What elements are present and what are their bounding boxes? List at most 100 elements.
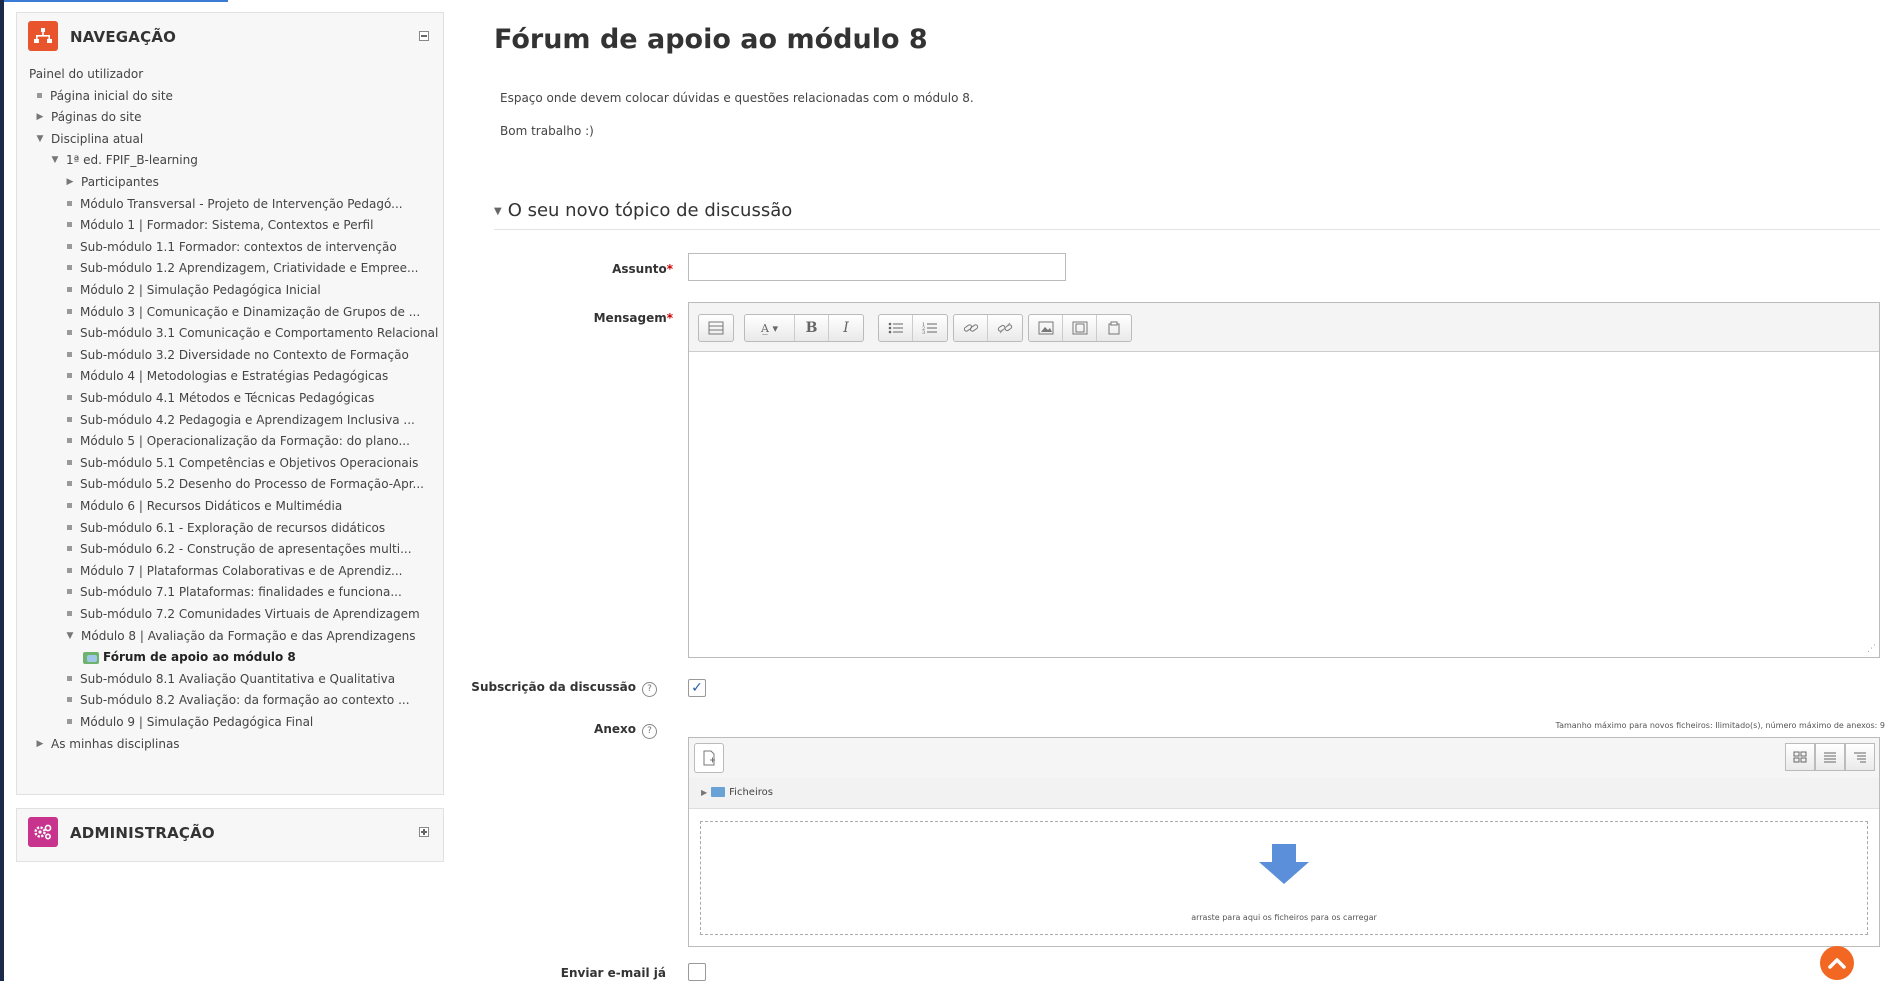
nav-item[interactable]: Sub-módulo 4.1 Métodos e Técnicas Pedagó…: [63, 388, 374, 408]
caret-down-icon[interactable]: ▼: [33, 129, 47, 149]
nav-item[interactable]: Sub-módulo 3.1 Comunicação e Comportamen…: [63, 323, 438, 343]
editor-resize-handle[interactable]: ⋰: [1867, 644, 1876, 654]
nav-item[interactable]: Sub-módulo 8.2 Avaliação: da formação ao…: [63, 690, 410, 710]
bullet-list-icon[interactable]: [879, 315, 913, 341]
back-to-top-button[interactable]: [1820, 946, 1854, 980]
nav-item-label: Módulo 6 | Recursos Didáticos e Multiméd…: [80, 499, 343, 513]
mail-now-checkbox[interactable]: [688, 963, 706, 981]
message-label-text: Mensagem: [593, 311, 667, 325]
file-manager: ▶ Ficheiros arraste para aqui os ficheiro…: [688, 737, 1880, 947]
caret-down-icon[interactable]: ▼: [48, 150, 62, 170]
bullet-icon: [67, 675, 72, 681]
bullet-icon: [37, 92, 42, 98]
nav-item[interactable]: Painel do utilizador: [29, 64, 143, 84]
folder-icon: [711, 787, 726, 797]
new-topic-section-header[interactable]: ▼ O seu novo tópico de discussão: [494, 200, 1880, 230]
icon-view-icon[interactable]: [1785, 743, 1815, 771]
nav-item[interactable]: ▼ Módulo 8 | Avaliação da Formação e das …: [63, 626, 416, 646]
nav-item[interactable]: Página inicial do site: [33, 86, 173, 106]
attachment-label-text: Anexo: [594, 722, 636, 736]
subscription-checkbox[interactable]: ✓: [688, 679, 706, 697]
nav-item[interactable]: Módulo Transversal - Projeto de Interven…: [63, 194, 403, 214]
nav-item[interactable]: Módulo 9 | Simulação Pedagógica Final: [63, 712, 313, 732]
link-icon[interactable]: [954, 315, 988, 341]
nav-item-label: Disciplina atual: [51, 131, 144, 146]
bullet-icon: [67, 200, 72, 206]
nav-item[interactable]: Módulo 5 | Operacionalização da Formação…: [63, 431, 410, 451]
bullet-icon: [67, 438, 72, 444]
bullet-icon: [67, 567, 72, 573]
administration-expand-icon[interactable]: [419, 827, 429, 837]
paragraph-style-icon[interactable]: A̲ ▾: [745, 315, 795, 341]
image-icon[interactable]: [1029, 315, 1063, 341]
nav-item[interactable]: Sub-módulo 1.2 Aprendizagem, Criatividad…: [63, 258, 418, 278]
nav-item[interactable]: Sub-módulo 6.1 - Exploração de recursos …: [63, 518, 385, 538]
nav-item-label: Sub-módulo 4.2 Pedagogia e Aprendizagem …: [80, 412, 415, 427]
administration-title: ADMINISTRAÇÃO: [70, 824, 215, 842]
nav-item-label: Sub-módulo 5.2 Desenho do Processo de Fo…: [80, 477, 424, 492]
manage-files-icon[interactable]: [1097, 315, 1131, 341]
bullet-icon: [67, 416, 72, 422]
nav-item[interactable]: ▶ As minhas disciplinas: [33, 734, 180, 754]
toolbar-group-media: [1028, 314, 1132, 342]
italic-icon[interactable]: I: [829, 315, 863, 341]
nav-item[interactable]: Sub-módulo 8.1 Avaliação Quantitativa e …: [63, 669, 395, 689]
nav-item[interactable]: ▼ 1ª ed. FPIF_B-learning: [48, 150, 198, 170]
numbered-list-icon[interactable]: 123: [913, 315, 947, 341]
files-folder-label[interactable]: Ficheiros: [729, 787, 773, 798]
media-icon[interactable]: [1063, 315, 1097, 341]
caret-down-icon[interactable]: ▼: [63, 626, 77, 646]
add-file-icon[interactable]: [694, 743, 724, 773]
nav-item-label: Página inicial do site: [50, 88, 173, 103]
attachment-limits-note: Tamanho máximo para novos ficheiros: Ili…: [1555, 721, 1885, 730]
nav-item[interactable]: Sub-módulo 7.1 Plataformas: finalidades …: [63, 582, 402, 602]
subject-label-text: Assunto: [612, 262, 667, 276]
view-switcher: [1785, 743, 1875, 771]
toolbar-group-lists: 123: [878, 314, 948, 342]
nav-item[interactable]: Módulo 4 | Metodologias e Estratégias Pe…: [63, 366, 388, 386]
bullet-icon: [67, 308, 72, 314]
help-icon[interactable]: ?: [642, 724, 657, 739]
nav-item[interactable]: Sub-módulo 5.1 Competências e Objetivos …: [63, 453, 418, 473]
navigation-collapse-icon[interactable]: [419, 31, 429, 41]
chevron-up-icon: [1828, 958, 1846, 969]
nav-item[interactable]: Módulo 3 | Comunicação e Dinamização de …: [63, 302, 420, 322]
list-view-icon[interactable]: [1815, 743, 1845, 771]
nav-item-label: Módulo 1 | Formador: Sistema, Contextos …: [80, 218, 374, 233]
nav-item-label: Módulo 3 | Comunicação e Dinamização de …: [80, 304, 421, 319]
nav-item[interactable]: ▶ Participantes: [63, 172, 159, 192]
tree-view-icon[interactable]: [1845, 743, 1875, 771]
nav-item[interactable]: Sub-módulo 3.2 Diversidade no Contexto d…: [63, 345, 409, 365]
nav-item[interactable]: ▼ Disciplina atual: [33, 129, 144, 149]
caret-right-icon[interactable]: ▶: [33, 734, 47, 754]
file-drop-zone[interactable]: arraste para aqui os ficheiros para os c…: [700, 821, 1868, 935]
caret-right-icon[interactable]: ▶: [63, 172, 77, 192]
nav-item[interactable]: Módulo 6 | Recursos Didáticos e Multiméd…: [63, 496, 342, 516]
mail-now-label: Enviar e-mail já: [560, 966, 666, 980]
bullet-icon: [67, 330, 72, 336]
attachment-label: Anexo?: [594, 722, 657, 739]
nav-item-current[interactable]: Fórum de apoio ao módulo 8: [83, 647, 296, 667]
subject-input[interactable]: [688, 253, 1066, 281]
nav-item[interactable]: Módulo 1 | Formador: Sistema, Contextos …: [63, 215, 373, 235]
forum-icon: [83, 651, 99, 664]
nav-item[interactable]: Sub-módulo 1.1 Formador: contextos de in…: [63, 237, 397, 257]
nav-item[interactable]: Sub-módulo 5.2 Desenho do Processo de Fo…: [63, 474, 424, 494]
subject-label: Assunto*: [612, 262, 673, 276]
nav-item[interactable]: Módulo 7 | Plataformas Colaborativas e d…: [63, 561, 403, 581]
nav-item[interactable]: Módulo 2 | Simulação Pedagógica Inicial: [63, 280, 321, 300]
help-icon[interactable]: ?: [642, 682, 657, 697]
nav-item-label: Módulo 5 | Operacionalização da Formação…: [80, 434, 410, 449]
nav-item[interactable]: Sub-módulo 6.2 - Construção de apresenta…: [63, 539, 412, 559]
nav-item[interactable]: Sub-módulo 4.2 Pedagogia e Aprendizagem …: [63, 410, 415, 430]
caret-right-icon[interactable]: ▶: [33, 107, 47, 127]
bullet-icon: [67, 395, 72, 400]
nav-item[interactable]: Sub-módulo 7.2 Comunidades Virtuais de A…: [63, 604, 420, 624]
toolbar-toggle-icon[interactable]: [699, 315, 733, 341]
nav-item-label: Sub-módulo 1.2 Aprendizagem, Criatividad…: [80, 261, 419, 276]
bold-icon[interactable]: B: [795, 315, 829, 341]
page-title: Fórum de apoio ao módulo 8: [494, 24, 928, 55]
unlink-icon[interactable]: [988, 315, 1022, 341]
nav-item[interactable]: ▶ Páginas do site: [33, 107, 142, 127]
expand-arrow-icon[interactable]: ▶: [701, 788, 707, 797]
